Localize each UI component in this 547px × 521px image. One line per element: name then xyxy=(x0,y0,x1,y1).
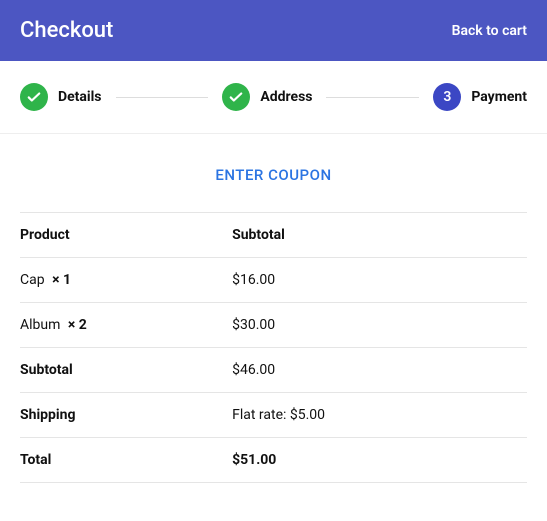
order-summary-table: Product Subtotal Cap × 1 $16.00 Album × … xyxy=(20,212,527,483)
enter-coupon-button[interactable]: ENTER COUPON xyxy=(20,134,527,212)
checkout-main: ENTER COUPON Product Subtotal Cap × 1 $1… xyxy=(0,134,547,513)
checkout-steps: Details Address 3 Payment xyxy=(0,61,547,134)
step-label: Address xyxy=(260,89,312,105)
shipping-row: Shipping Flat rate: $5.00 xyxy=(20,393,527,438)
line-item-name: Album × 2 xyxy=(20,303,232,348)
line-item-price: $30.00 xyxy=(232,303,527,348)
total-label: Total xyxy=(20,438,232,483)
line-item-price: $16.00 xyxy=(232,258,527,303)
total-value: $51.00 xyxy=(232,438,527,483)
step-details[interactable]: Details xyxy=(20,83,102,111)
table-row: Album × 2 $30.00 xyxy=(20,303,527,348)
step-label: Payment xyxy=(471,89,527,105)
col-subtotal: Subtotal xyxy=(232,213,527,258)
back-to-cart-link[interactable]: Back to cart xyxy=(452,23,527,39)
step-number-icon: 3 xyxy=(433,83,461,111)
shipping-label: Shipping xyxy=(20,393,232,438)
checkout-header: Checkout Back to cart xyxy=(0,0,547,61)
page-title: Checkout xyxy=(20,18,113,43)
col-product: Product xyxy=(20,213,232,258)
table-header-row: Product Subtotal xyxy=(20,213,527,258)
subtotal-row: Subtotal $46.00 xyxy=(20,348,527,393)
total-row: Total $51.00 xyxy=(20,438,527,483)
table-row: Cap × 1 $16.00 xyxy=(20,258,527,303)
step-label: Details xyxy=(58,89,102,105)
check-icon xyxy=(222,83,250,111)
line-item-qty: × 2 xyxy=(68,317,87,333)
subtotal-label: Subtotal xyxy=(20,348,232,393)
subtotal-value: $46.00 xyxy=(232,348,527,393)
check-icon xyxy=(20,83,48,111)
line-item-qty: × 1 xyxy=(52,272,71,288)
step-payment[interactable]: 3 Payment xyxy=(433,83,527,111)
line-item-name: Cap × 1 xyxy=(20,258,232,303)
shipping-value: Flat rate: $5.00 xyxy=(232,393,527,438)
step-address[interactable]: Address xyxy=(222,83,312,111)
step-divider xyxy=(326,97,419,98)
step-divider xyxy=(116,97,209,98)
